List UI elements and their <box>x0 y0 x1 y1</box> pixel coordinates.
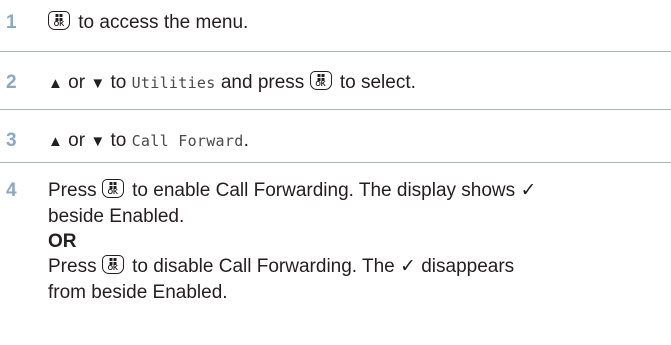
step-text: ▲ or ▼ to Call Forward. <box>48 130 249 151</box>
step-text: Press OK to enable Call Forwarding. The … <box>48 178 648 306</box>
down-arrow-icon: ▼ <box>90 75 106 92</box>
ok-menu-key-icon: OK <box>101 179 124 198</box>
menu-item-name: Call Forward <box>131 132 244 150</box>
step-text: OK to access the menu. <box>48 10 648 36</box>
divider <box>0 109 671 110</box>
up-arrow-icon: ▲ <box>48 133 63 150</box>
down-arrow-icon: ▼ <box>90 133 106 150</box>
enable-line: Press OK to enable Call Forwarding. The … <box>48 179 537 201</box>
ok-menu-key-icon: OK <box>101 255 124 274</box>
ok-menu-key-icon: OK <box>48 11 70 30</box>
up-arrow-icon: ▲ <box>48 75 63 92</box>
ok-menu-key-icon: OK <box>309 71 332 90</box>
disable-line: Press OK to disable Call Forwarding. The… <box>48 255 515 277</box>
step-number: 3 <box>6 130 17 151</box>
enable-line-2: beside Enabled. <box>48 206 185 227</box>
step-text: ▲ or ▼ to Utilities and press OK to sele… <box>48 71 416 93</box>
step-number: 2 <box>6 72 17 93</box>
divider <box>0 51 671 52</box>
check-mark-icon: ✓ <box>520 180 537 201</box>
menu-item-name: Utilities <box>131 74 216 92</box>
check-mark-icon: ✓ <box>400 256 416 277</box>
or-label: OR <box>48 231 77 252</box>
divider <box>0 162 671 163</box>
step-number: 4 <box>6 180 17 201</box>
disable-line-2: from beside Enabled. <box>48 282 228 303</box>
step-number: 1 <box>6 12 17 33</box>
